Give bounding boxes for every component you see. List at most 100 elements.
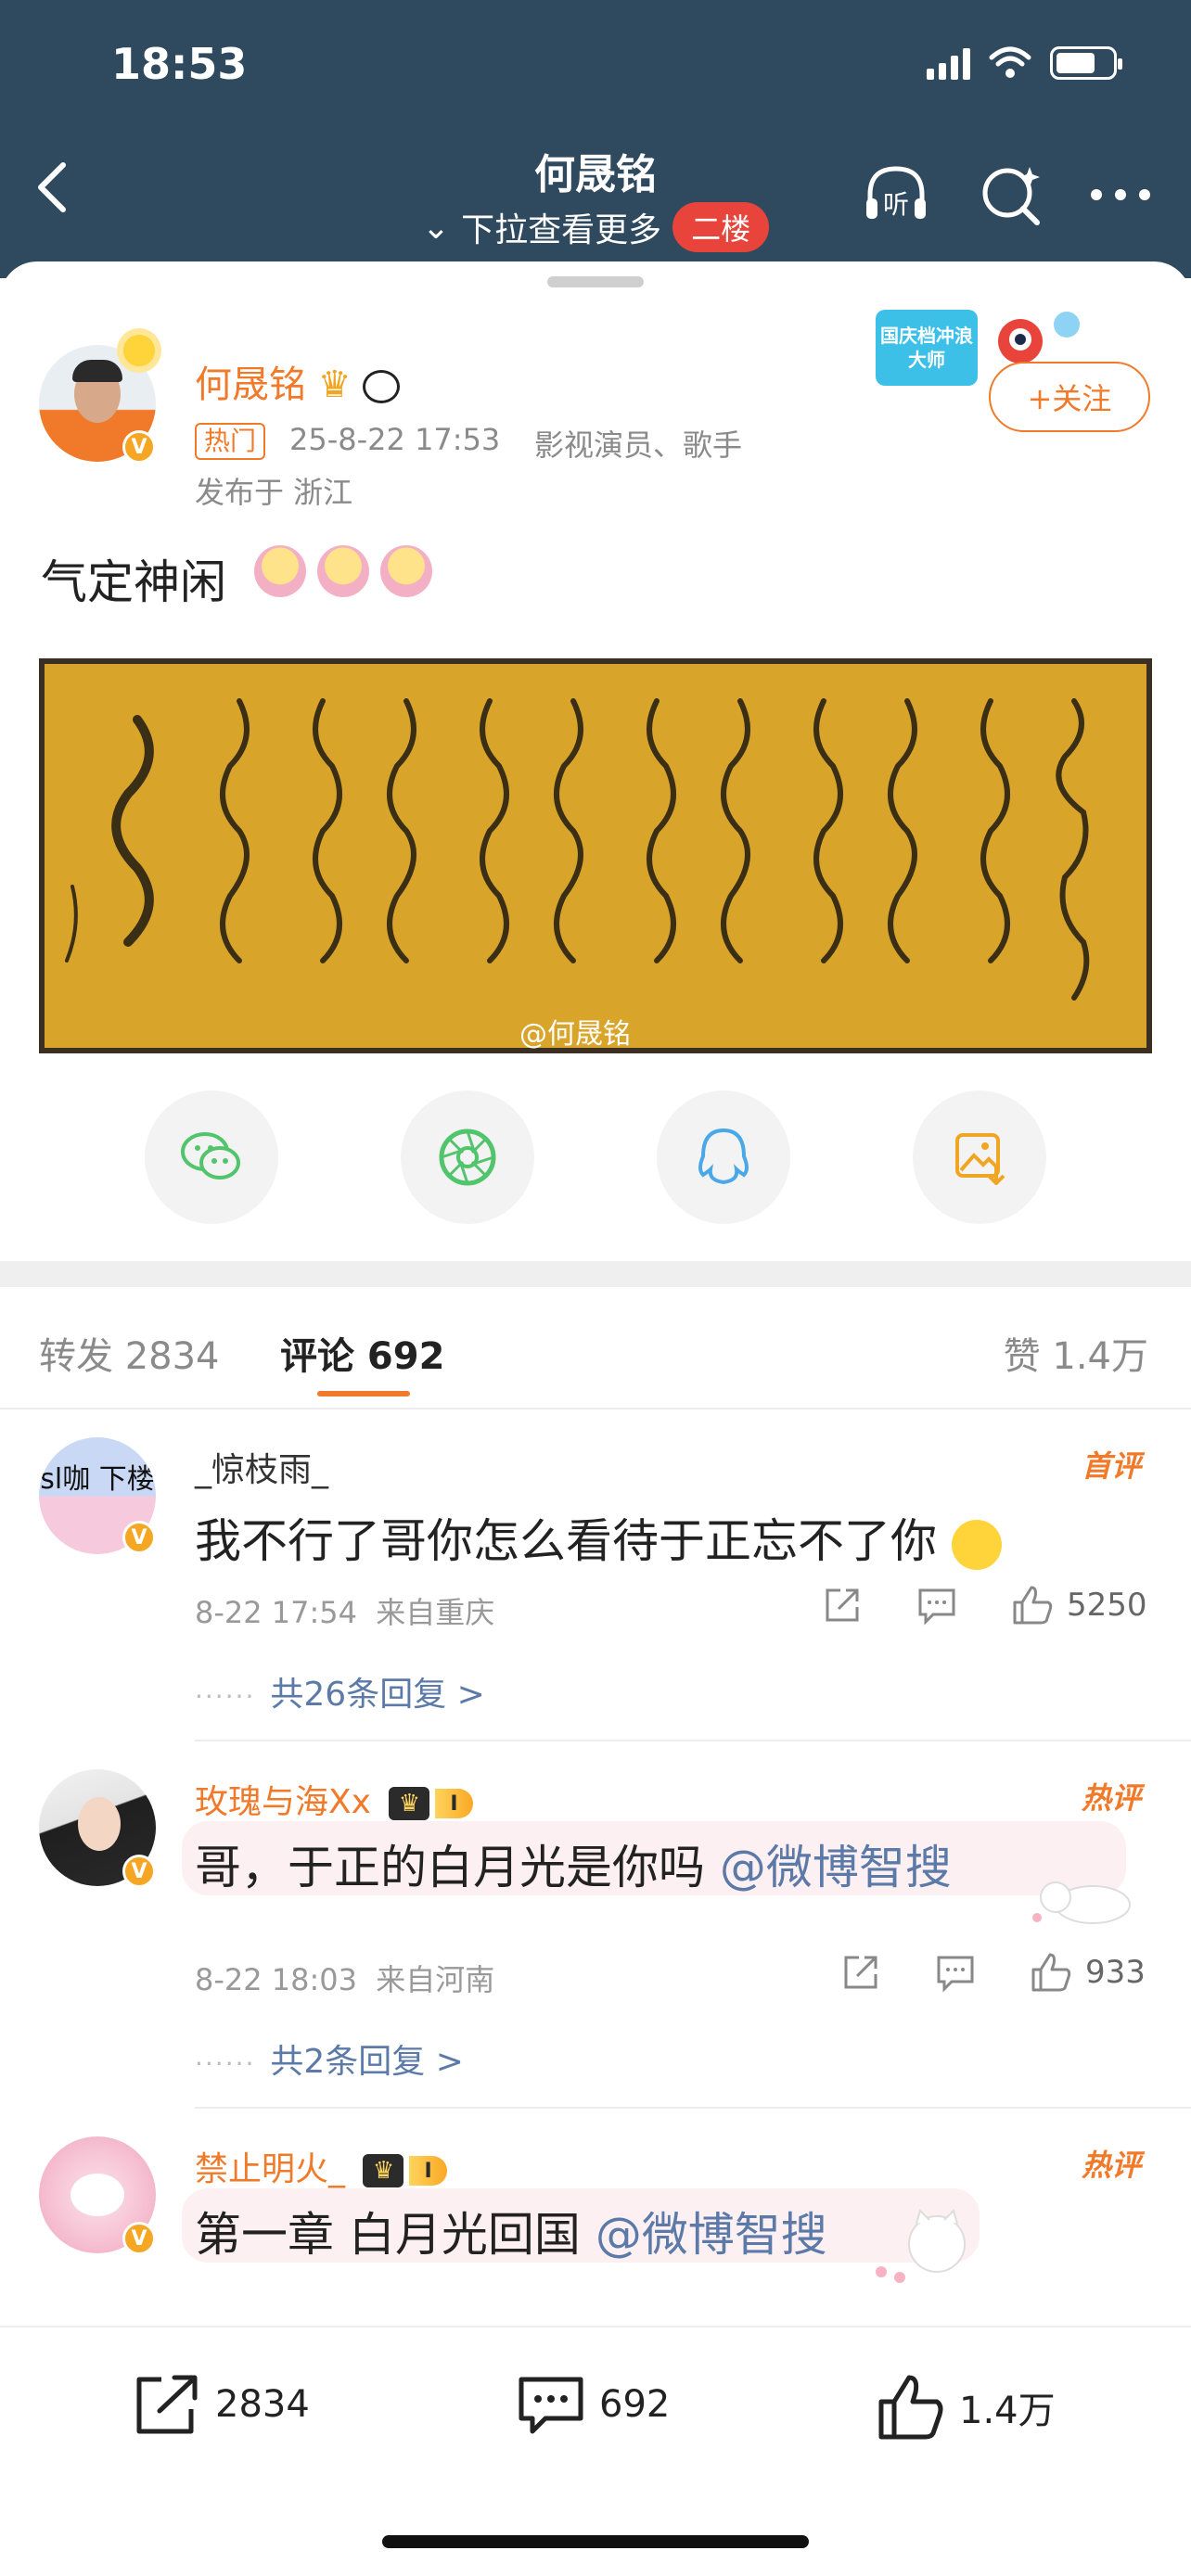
lotus-emoji-icon — [317, 545, 369, 597]
hot-tag: 热门 — [195, 423, 266, 460]
comment-meta: 8-22 18:03 来自河南 — [195, 1957, 494, 1999]
crown-icon: ♛ — [389, 1787, 430, 1820]
emoji-row — [254, 545, 432, 597]
verified-icon: V — [122, 430, 156, 464]
member-level-badge: ♛ I — [389, 1787, 473, 1820]
calligraphy-strokes — [65, 698, 1090, 1001]
post-time: 25-8-22 17:53 — [289, 422, 501, 457]
bottom-comment-button[interactable]: 692 — [516, 2372, 670, 2437]
hot-comment-tag: 热评 — [1082, 2148, 1142, 2183]
repost-icon[interactable] — [822, 1585, 863, 1626]
member-level-badge: ♛ I — [363, 2154, 447, 2187]
comment-like-button[interactable]: 5250 — [1011, 1584, 1147, 1626]
verified-icon: V — [122, 2222, 156, 2255]
qq-icon — [698, 1128, 749, 1185]
thumbs-up-icon — [878, 2375, 943, 2440]
comment-text: 我不行了哥你怎么看待于正忘不了你 — [195, 1504, 1002, 1571]
view-replies-link[interactable]: ······ 共26条回复 > — [195, 1667, 485, 1715]
post-source: 影视演员、歌手 — [534, 427, 743, 463]
first-comment-tag: 首评 — [1082, 1448, 1142, 1484]
second-floor-badge[interactable]: 二楼 — [672, 202, 770, 252]
comment-icon[interactable] — [935, 1952, 976, 1993]
more-button[interactable] — [1085, 159, 1156, 230]
comment-text: 第一章 白月光回国 @微博智搜 — [195, 2198, 827, 2264]
comment-icon[interactable] — [916, 1585, 957, 1626]
share-moments-button[interactable] — [401, 1090, 534, 1224]
save-image-button[interactable] — [913, 1090, 1046, 1224]
pull-down-label: 下拉查看更多 — [461, 211, 662, 249]
comment-time: 8-22 18:03 — [195, 1962, 358, 1997]
image-watermark: @何晟铭 — [519, 1018, 631, 1051]
comment-like-count: 933 — [1085, 1954, 1146, 1991]
bottom-repost-button[interactable]: 2834 — [132, 2372, 310, 2437]
comment-author[interactable]: 禁止明火_ ♛ I — [195, 2142, 447, 2190]
tab-likes[interactable]: 赞 1.4万 — [1004, 1326, 1148, 1380]
comment-author[interactable]: 玫瑰与海Xx ♛ I — [195, 1775, 473, 1823]
bottom-repost-count: 2834 — [215, 2383, 310, 2426]
wechat-icon — [181, 1132, 240, 1180]
listen-label: 听 — [883, 189, 909, 220]
listen-button[interactable]: 听 — [861, 159, 931, 230]
verified-icon: V — [122, 1521, 156, 1554]
bottom-like-count: 1.4万 — [959, 2390, 1056, 2432]
status-time: 18:53 — [111, 39, 248, 89]
lotus-emoji-icon — [380, 545, 432, 597]
repost-icon[interactable] — [840, 1952, 881, 1993]
comment-like-button[interactable]: 933 — [1030, 1951, 1146, 1994]
crown-icon: ♛ — [317, 363, 352, 406]
panda-icon — [363, 370, 401, 403]
comment-like-count: 5250 — [1067, 1587, 1147, 1624]
drag-handle[interactable] — [547, 276, 644, 287]
share-wechat-button[interactable] — [145, 1090, 278, 1224]
comment-text-content: 第一章 白月光回国 — [195, 2208, 581, 2262]
tab-repost[interactable]: 转发 2834 — [39, 1326, 220, 1380]
post-text: 气定神闲 — [41, 555, 226, 609]
mention-link[interactable]: @微博智搜 — [720, 1841, 952, 1894]
tabs-divider — [0, 1408, 1191, 1409]
status-icons — [927, 46, 1122, 80]
comment-location: 来自重庆 — [376, 1595, 495, 1630]
chevron-down-icon: ⌄ — [421, 208, 451, 247]
replies-count: 共2条回复 > — [270, 2043, 464, 2081]
active-tab-indicator — [317, 1391, 410, 1396]
comment-meta: 8-22 17:54 来自重庆 — [195, 1589, 494, 1632]
more-icon — [1091, 189, 1150, 200]
comment-author-name: 玫瑰与海Xx — [195, 1783, 371, 1821]
comment-text-content: 我不行了哥你怎么看待于正忘不了你 — [195, 1514, 937, 1568]
comment-divider — [195, 2107, 1191, 2109]
follow-button[interactable]: +关注 — [989, 362, 1150, 432]
comment-actions: 5250 — [822, 1584, 1147, 1626]
level-label: I — [409, 2156, 447, 2186]
comment-author[interactable]: _惊枝雨_ — [195, 1443, 328, 1491]
headphones-icon: 听 — [866, 166, 926, 220]
author-name[interactable]: 何晟铭 ♛ — [195, 354, 401, 408]
dots-icon: ······ — [195, 2048, 256, 2079]
section-divider — [0, 1261, 1191, 1287]
ai-search-button[interactable] — [976, 159, 1046, 230]
promo-badge[interactable]: 国庆档冲浪大师 — [876, 310, 978, 386]
sparkle-search-icon — [982, 167, 1040, 225]
home-indicator[interactable] — [382, 2535, 809, 2548]
dots-icon: ······ — [195, 1681, 256, 1712]
level-label: I — [435, 1789, 473, 1818]
crown-icon: ♛ — [363, 2154, 404, 2187]
sun-icon — [117, 328, 161, 373]
view-replies-link[interactable]: ······ 共2条回复 > — [195, 2034, 464, 2083]
laughing-emoji-icon — [951, 1519, 1002, 1570]
bottom-like-button[interactable]: 1.4万 — [876, 2372, 1056, 2442]
comment-text: 哥，于正的白月光是你吗 @微博智搜 — [195, 1830, 952, 1897]
sticker-cat-icon — [1032, 1881, 1131, 1924]
replies-count: 共26条回复 > — [270, 1676, 485, 1714]
comment-icon — [519, 2377, 583, 2434]
comment-location: 来自河南 — [376, 1962, 495, 1997]
wifi-icon — [989, 46, 1031, 78]
comment-author-name: 禁止明火_ — [195, 2150, 346, 2188]
battery-icon — [1050, 46, 1122, 80]
share-qq-button[interactable] — [657, 1090, 790, 1224]
mention-link[interactable]: @微博智搜 — [596, 2208, 827, 2262]
avatar-text: sl咖 下楼 — [40, 1463, 155, 1496]
save-image-icon — [955, 1133, 1005, 1185]
post-image-calligraphy[interactable] — [39, 658, 1152, 1053]
tab-comments[interactable]: 评论 692 — [280, 1326, 444, 1380]
author-name-text: 何晟铭 — [195, 363, 306, 406]
